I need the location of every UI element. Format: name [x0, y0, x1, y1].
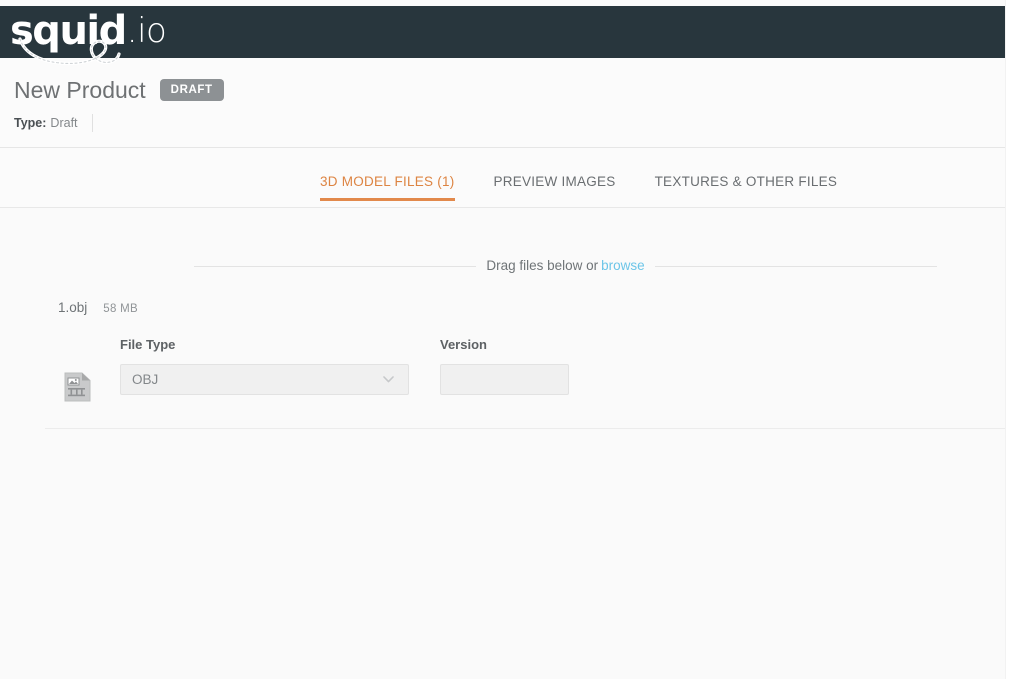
file-type-field: File Type OBJ — [120, 336, 409, 395]
version-label: Version — [440, 337, 487, 352]
file-type-select[interactable]: OBJ — [120, 364, 409, 395]
page-column: squid .io New Product DRAFT Type: Draft — [0, 0, 1005, 679]
chevron-down-icon — [383, 376, 394, 383]
product-meta-row: Type: Draft — [14, 113, 93, 133]
broken-image-icon — [64, 372, 91, 402]
divider-right — [654, 265, 938, 267]
drag-files-text: Drag files below or browse — [476, 257, 654, 275]
file-heading: 1.obj 58 MB — [58, 299, 138, 318]
tab-label: TEXTURES & OTHER FILES — [654, 174, 838, 189]
top-navigation-bar: squid .io — [0, 6, 1005, 58]
tab-label: PREVIEW IMAGES — [493, 174, 616, 189]
title-row: New Product DRAFT — [14, 75, 224, 105]
tab-textures-other-files[interactable]: TEXTURES & OTHER FILES — [655, 148, 838, 207]
version-input[interactable] — [440, 364, 569, 395]
logo-suffix: .io — [126, 11, 167, 51]
empty-content-area — [0, 429, 1005, 679]
file-type-value: OBJ — [132, 371, 159, 387]
drag-files-row: Drag files below or browse — [194, 256, 938, 276]
upload-panel: Drag files below or browse 1.obj 58 MB F… — [0, 208, 1005, 428]
page-title: New Product — [14, 77, 146, 103]
tab-list: 3D MODEL FILES (1) PREVIEW IMAGES TEXTUR… — [320, 148, 837, 207]
tab-label: 3D MODEL FILES (1) — [320, 174, 455, 189]
product-header: New Product DRAFT Type: Draft — [0, 58, 1005, 148]
file-name: 1.obj — [58, 300, 88, 315]
tab-preview-images[interactable]: PREVIEW IMAGES — [494, 148, 616, 207]
file-size: 58 MB — [103, 303, 139, 315]
logo-wordmark: squid — [10, 8, 127, 54]
product-type-label: Type: — [14, 116, 47, 130]
meta-divider — [91, 114, 93, 132]
status-badge: DRAFT — [159, 79, 224, 101]
version-field: Version — [440, 336, 569, 395]
tab-3d-model-files[interactable]: 3D MODEL FILES (1) — [320, 148, 455, 207]
file-type-label: File Type — [120, 337, 176, 352]
divider-left — [194, 265, 477, 267]
file-row: File Type OBJ Version — [58, 336, 958, 408]
browse-link[interactable]: browse — [601, 258, 645, 273]
vertical-scrollbar[interactable] — [1005, 0, 1013, 679]
drag-files-label: Drag files below or — [486, 258, 599, 273]
product-type-value: Draft — [50, 116, 78, 130]
application-window: squid .io New Product DRAFT Type: Draft — [0, 0, 1013, 679]
squid-io-logo[interactable]: squid .io — [10, 5, 167, 57]
tab-bar: 3D MODEL FILES (1) PREVIEW IMAGES TEXTUR… — [0, 148, 1005, 208]
